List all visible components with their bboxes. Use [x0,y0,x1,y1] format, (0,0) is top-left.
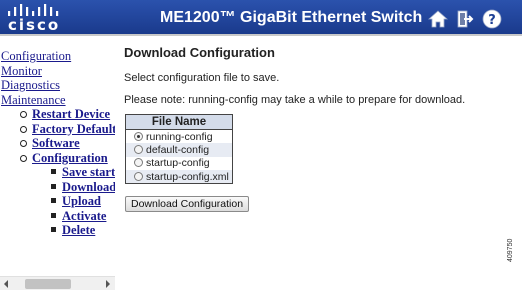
file-name-table: File Name running-config default-config … [125,114,233,184]
sidebar-nav: Configuration Monitor Diagnostics Mainte… [0,49,115,275]
sidebar-item-save-startup[interactable]: Save startup-config [0,165,115,180]
sidebar-item-maintenance[interactable]: Maintenance [0,93,115,108]
sidebar-item-factory-defaults[interactable]: Factory Defaults [0,122,115,137]
sidebar-item-upload[interactable]: Upload [0,194,115,209]
sidebar-item-download[interactable]: Download [0,180,115,195]
figure-id: 409750 [507,238,514,262]
scrollbar-thumb[interactable] [25,279,71,289]
help-icon[interactable]: ? [482,9,502,29]
download-configuration-button[interactable]: Download Configuration [125,196,250,212]
main-content: Download Configuration Select configurat… [123,44,513,274]
radio-startup-config-xml[interactable] [134,171,143,181]
cisco-logo: cisco [4,2,70,34]
file-label: running-config [146,130,213,143]
file-label: default-config [146,143,210,156]
sidebar-item-maint-configuration[interactable]: Configuration [0,151,115,166]
radio-startup-config[interactable] [134,158,143,168]
note-text: Please note: running-config may take a w… [124,94,466,106]
scroll-left-arrow-icon[interactable] [4,280,8,288]
page-title: Download Configuration [124,45,275,60]
scroll-right-arrow-icon[interactable] [106,280,110,288]
sidebar-item-diagnostics[interactable]: Diagnostics [0,78,115,93]
sidebar-item-activate[interactable]: Activate [0,209,115,224]
logout-icon[interactable] [455,9,475,29]
logo-text: cisco [8,16,61,34]
table-row[interactable]: startup-config.xml [125,170,233,184]
sidebar-item-monitor[interactable]: Monitor [0,64,115,79]
file-label: startup-config.xml [146,170,229,183]
sidebar-horizontal-scrollbar[interactable] [0,276,115,290]
file-label: startup-config [146,157,210,170]
home-icon[interactable] [428,9,448,29]
table-row[interactable]: running-config [125,129,233,143]
instruction-text: Select configuration file to save. [124,72,280,84]
file-name-header: File Name [125,114,233,130]
radio-default-config[interactable] [134,144,143,154]
radio-running-config[interactable] [134,131,143,141]
sidebar-item-configuration[interactable]: Configuration [0,49,115,64]
sidebar-item-restart-device[interactable]: Restart Device [0,107,115,122]
table-row[interactable]: startup-config [125,156,233,170]
cisco-bars-icon [8,4,59,16]
app-title: ME1200™ GigaBit Ethernet Switch [160,9,423,26]
sidebar-item-software[interactable]: Software [0,136,115,151]
table-row[interactable]: default-config [125,143,233,157]
app-header: cisco ME1200™ GigaBit Ethernet Switch ? [0,0,522,36]
svg-text:?: ? [488,13,496,28]
sidebar-item-delete[interactable]: Delete [0,223,115,238]
